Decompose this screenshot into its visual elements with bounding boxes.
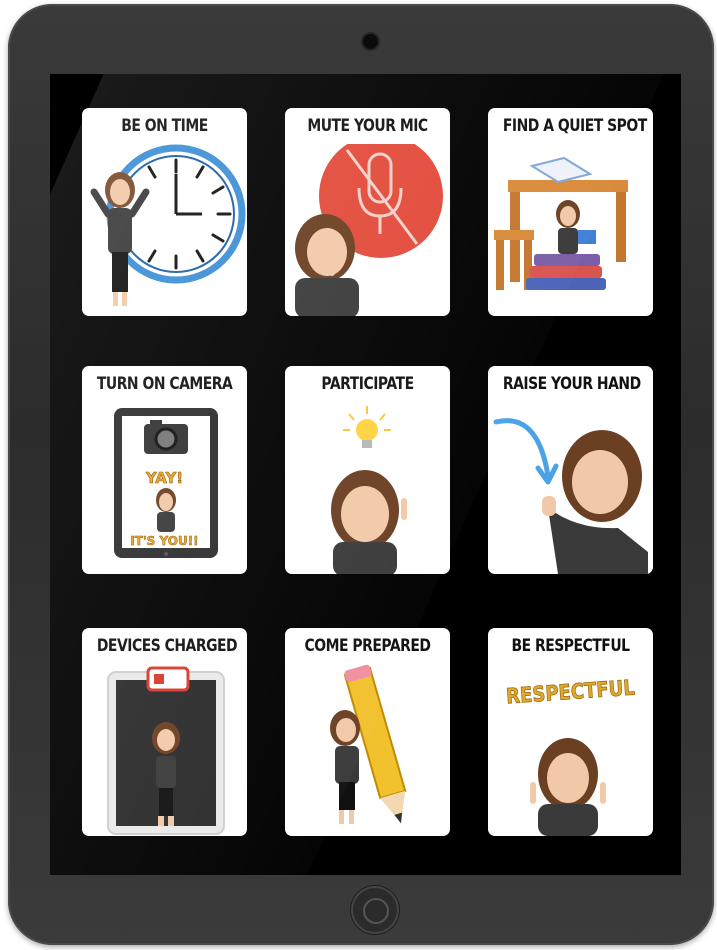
card-title: RAISE YOUR HAND (502, 374, 641, 394)
card-find-a-quiet-spot[interactable]: FIND A QUIET SPOT (488, 108, 653, 316)
card-title: BE RESPECTFUL (511, 636, 630, 656)
home-button[interactable] (351, 886, 399, 934)
card-participate[interactable]: PARTICIPATE (285, 366, 450, 574)
lightbulb-illustration (331, 406, 407, 574)
card-title: TURN ON CAMERA (96, 374, 233, 394)
respectful-banner-illustration (530, 738, 606, 836)
front-camera-icon (363, 34, 378, 49)
tablet-screen: BE ON TIME MUTE YOUR MIC FIND A QUIET SP… (50, 74, 681, 875)
card-come-prepared[interactable]: COME PREPARED (285, 628, 450, 836)
desk-books-illustration (494, 156, 628, 290)
card-title: BE ON TIME (121, 116, 208, 136)
card-raise-your-hand[interactable]: RAISE YOUR HAND (488, 366, 653, 574)
card-be-respectful[interactable]: BE RESPECTFUL RESPECTFUL (488, 628, 653, 836)
card-be-on-time[interactable]: BE ON TIME (82, 108, 247, 316)
card-turn-on-camera[interactable]: TURN ON CAMERA YAY! IT'S YOU!! (82, 366, 247, 574)
muted-mic-illustration (295, 144, 443, 316)
card-title: COME PREPARED (304, 636, 431, 656)
card-title: DEVICES CHARGED (96, 636, 238, 656)
clock-illustration (90, 144, 246, 306)
card-title: FIND A QUIET SPOT (502, 116, 647, 136)
card-title: PARTICIPATE (321, 374, 414, 394)
home-button-ring (363, 898, 389, 924)
tablet-text-its-you: IT'S YOU!! (130, 534, 199, 549)
arrow-raise-hand-illustration (493, 418, 648, 574)
card-devices-charged[interactable]: DEVICES CHARGED (82, 628, 247, 836)
battery-tablet-illustration (107, 666, 225, 835)
card-mute-your-mic[interactable]: MUTE YOUR MIC (285, 108, 450, 316)
tablet-text-yay: YAY! (145, 469, 184, 488)
pencil-illustration (330, 664, 407, 824)
tablet-camera-illustration (114, 408, 218, 558)
card-title: MUTE YOUR MIC (307, 116, 428, 136)
